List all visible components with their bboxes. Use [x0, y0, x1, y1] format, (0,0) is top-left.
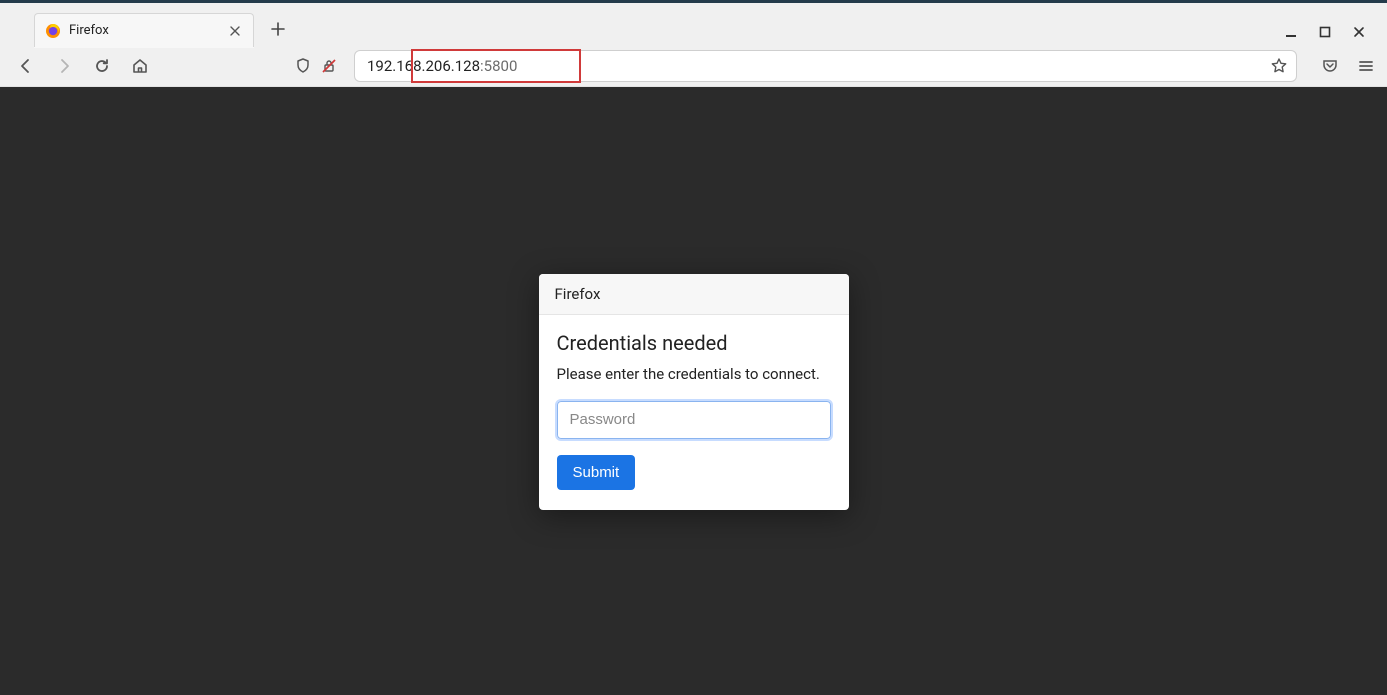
submit-button[interactable]: Submit: [557, 455, 636, 490]
security-icons: [294, 57, 338, 75]
page-content: Firefox Credentials needed Please enter …: [0, 87, 1387, 695]
dialog-body: Credentials needed Please enter the cred…: [539, 315, 849, 510]
url-host: 192.168.206.128: [367, 57, 480, 75]
home-button[interactable]: [126, 52, 154, 80]
password-field[interactable]: [557, 401, 831, 439]
tab-close-icon[interactable]: [227, 23, 243, 39]
insecure-lock-icon[interactable]: [320, 57, 338, 75]
new-tab-button[interactable]: [264, 15, 292, 43]
tab-strip: Firefox: [0, 3, 1387, 46]
credentials-dialog: Firefox Credentials needed Please enter …: [539, 274, 849, 510]
window-controls: [1283, 24, 1379, 40]
window-maximize-icon[interactable]: [1317, 24, 1333, 40]
forward-button[interactable]: [50, 52, 78, 80]
tab-title: Firefox: [69, 23, 219, 38]
browser-tab[interactable]: Firefox: [34, 13, 254, 47]
dialog-title: Credentials needed: [557, 331, 831, 355]
toolbar: 192.168.206.128:5800: [0, 46, 1387, 86]
toolbar-right-icons: [1321, 57, 1375, 75]
window-minimize-icon[interactable]: [1283, 24, 1299, 40]
bookmark-star-icon[interactable]: [1270, 57, 1288, 75]
pocket-icon[interactable]: [1321, 57, 1339, 75]
back-button[interactable]: [12, 52, 40, 80]
url-text[interactable]: 192.168.206.128:5800: [361, 53, 1264, 79]
dialog-text: Please enter the credentials to connect.: [557, 365, 831, 383]
dialog-header: Firefox: [539, 274, 849, 315]
url-port: :5800: [480, 57, 517, 75]
tracking-shield-icon[interactable]: [294, 57, 312, 75]
reload-button[interactable]: [88, 52, 116, 80]
firefox-favicon-icon: [45, 23, 61, 39]
app-menu-icon[interactable]: [1357, 57, 1375, 75]
window-close-icon[interactable]: [1351, 24, 1367, 40]
url-bar[interactable]: 192.168.206.128:5800: [354, 50, 1297, 82]
browser-chrome: Firefox: [0, 3, 1387, 87]
